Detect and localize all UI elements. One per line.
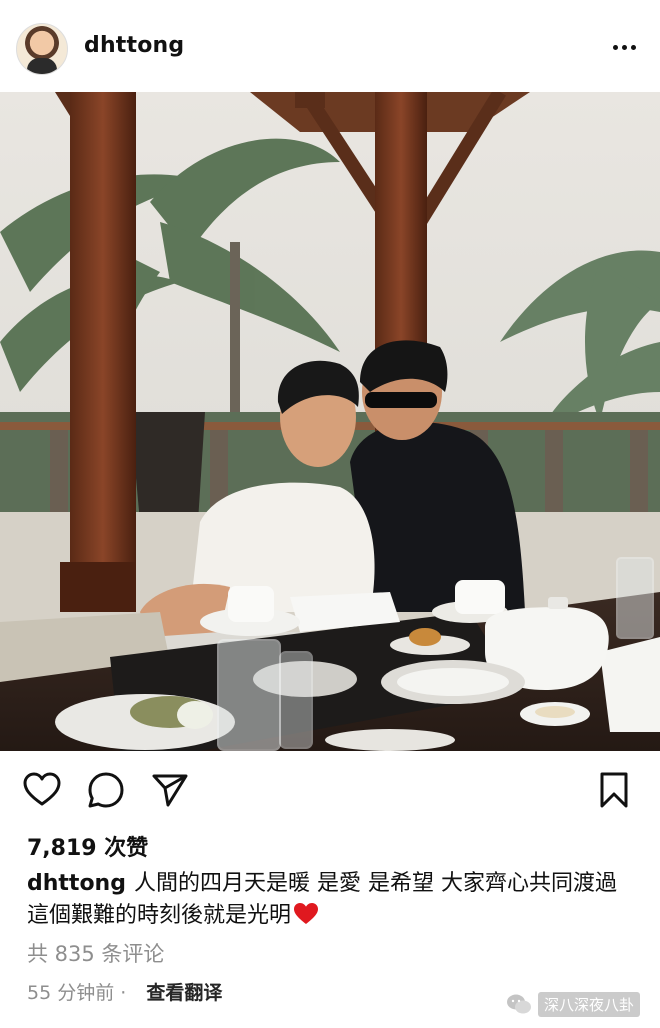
post-time: 55 分钟前 bbox=[27, 982, 115, 1004]
caption-username[interactable]: dhttong bbox=[27, 871, 126, 896]
red-heart-emoji-icon bbox=[294, 903, 319, 924]
avatar[interactable] bbox=[16, 23, 68, 75]
post-header: dhttong bbox=[0, 0, 660, 92]
post-username[interactable]: dhttong bbox=[84, 33, 184, 58]
post-actions bbox=[0, 760, 660, 820]
view-comments-link[interactable]: 共 835 条评论 bbox=[27, 938, 164, 968]
photo-illustration bbox=[0, 92, 660, 751]
watermark-text: 深八深夜八卦 bbox=[538, 991, 641, 1017]
send-icon[interactable] bbox=[150, 770, 190, 810]
post-footer: 55 分钟前 · 查看翻译 bbox=[27, 982, 223, 1004]
post-photo[interactable] bbox=[0, 92, 660, 751]
wechat-icon bbox=[507, 994, 531, 1014]
heart-icon[interactable] bbox=[22, 770, 62, 810]
translate-link[interactable]: 查看翻译 bbox=[146, 982, 222, 1004]
watermark: 深八深夜八卦 bbox=[506, 990, 656, 1018]
more-options-icon[interactable] bbox=[611, 36, 639, 60]
bookmark-icon[interactable] bbox=[594, 770, 634, 810]
comment-icon[interactable] bbox=[86, 770, 126, 810]
likes-count[interactable]: 7,819 次赞 bbox=[27, 830, 148, 862]
post-caption: dhttong 人間的四月天是暖 是愛 是希望 大家齊心共同渡過這個艱難的時刻後就… bbox=[27, 868, 637, 932]
